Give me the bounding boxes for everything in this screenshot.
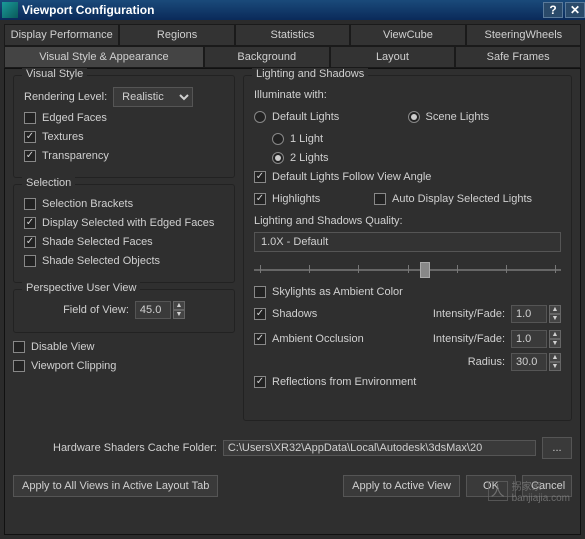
legend-perspective: Perspective User View: [22, 282, 140, 294]
check-ambient-occ[interactable]: [254, 333, 266, 345]
radius-label: Radius:: [468, 356, 505, 368]
label-edged-faces: Edged Faces: [42, 112, 107, 124]
tab-statistics[interactable]: Statistics: [235, 24, 350, 46]
tab-display-performance[interactable]: Display Performance: [4, 24, 119, 46]
check-shade-objects[interactable]: [24, 255, 36, 267]
check-edged-faces[interactable]: [24, 112, 36, 124]
rendering-level-select[interactable]: Realistic: [113, 87, 193, 107]
intensity2-up[interactable]: ▲: [549, 330, 561, 339]
tab-steeringwheels[interactable]: SteeringWheels: [466, 24, 581, 46]
radio-scene-lights[interactable]: [408, 111, 420, 123]
check-follow-view[interactable]: [254, 171, 266, 183]
app-icon: [2, 2, 18, 18]
label-viewport-clipping: Viewport Clipping: [31, 360, 116, 372]
tab-layout[interactable]: Layout: [330, 46, 456, 68]
check-shadows[interactable]: [254, 308, 266, 320]
label-follow-view: Default Lights Follow View Angle: [272, 171, 431, 183]
label-display-edged: Display Selected with Edged Faces: [42, 217, 214, 229]
fov-input[interactable]: [135, 301, 171, 319]
tabs-row-2: Visual Style & Appearance Background Lay…: [4, 46, 581, 68]
window-title: Viewport Configuration: [22, 3, 154, 17]
apply-all-button[interactable]: Apply to All Views in Active Layout Tab: [13, 475, 218, 497]
quality-slider[interactable]: [254, 260, 561, 280]
label-disable-view: Disable View: [31, 341, 94, 353]
check-highlights[interactable]: [254, 193, 266, 205]
check-textures[interactable]: [24, 131, 36, 143]
radius-up[interactable]: ▲: [549, 353, 561, 362]
radio-1-light[interactable]: [272, 133, 284, 145]
check-selection-brackets[interactable]: [24, 198, 36, 210]
legend-visual-style: Visual Style: [22, 68, 87, 80]
tabs-row-1: Display Performance Regions Statistics V…: [4, 24, 581, 46]
shaders-path-input[interactable]: [223, 440, 536, 456]
label-textures: Textures: [42, 131, 84, 143]
group-lighting: Lighting and Shadows Illuminate with: De…: [243, 75, 572, 421]
check-auto-display[interactable]: [374, 193, 386, 205]
check-skylights[interactable]: [254, 286, 266, 298]
watermark: 人 拐家家 banjiajia.com: [488, 478, 570, 504]
intensity1-down[interactable]: ▼: [549, 314, 561, 323]
illuminate-label: Illuminate with:: [254, 89, 327, 101]
radio-default-lights[interactable]: [254, 111, 266, 123]
quality-value-box[interactable]: 1.0X - Default: [254, 232, 561, 252]
label-1-light: 1 Light: [290, 133, 323, 145]
watermark-brand: 拐家家: [512, 478, 570, 493]
check-reflections[interactable]: [254, 376, 266, 388]
label-default-lights: Default Lights: [272, 111, 339, 123]
check-disable-view[interactable]: [13, 341, 25, 353]
radius-down[interactable]: ▼: [549, 362, 561, 371]
watermark-logo-icon: 人: [488, 481, 508, 501]
fov-up[interactable]: ▲: [173, 301, 185, 310]
fov-down[interactable]: ▼: [173, 310, 185, 319]
intensity2-label: Intensity/Fade:: [433, 333, 505, 345]
rendering-level-label: Rendering Level:: [24, 91, 107, 103]
tab-safe-frames[interactable]: Safe Frames: [455, 46, 581, 68]
help-button[interactable]: ?: [543, 2, 563, 18]
label-ambient-occ: Ambient Occlusion: [272, 333, 364, 345]
fov-label: Field of View:: [63, 304, 129, 316]
watermark-site: banjiajia.com: [512, 493, 570, 504]
tab-visual-style[interactable]: Visual Style & Appearance: [4, 46, 204, 68]
intensity2-down[interactable]: ▼: [549, 339, 561, 348]
intensity2-input[interactable]: [511, 330, 547, 348]
label-reflections: Reflections from Environment: [272, 376, 416, 388]
tab-background[interactable]: Background: [204, 46, 330, 68]
shaders-label: Hardware Shaders Cache Folder:: [53, 442, 217, 454]
label-skylights: Skylights as Ambient Color: [272, 286, 403, 298]
check-transparency[interactable]: [24, 150, 36, 162]
label-shadows: Shadows: [272, 308, 317, 320]
group-visual-style: Visual Style Rendering Level: Realistic …: [13, 75, 235, 178]
radio-2-lights[interactable]: [272, 152, 284, 164]
tab-regions[interactable]: Regions: [119, 24, 234, 46]
label-auto-display: Auto Display Selected Lights: [392, 193, 532, 205]
legend-lighting: Lighting and Shadows: [252, 68, 368, 80]
apply-active-button[interactable]: Apply to Active View: [343, 475, 460, 497]
label-highlights: Highlights: [272, 193, 320, 205]
radius-input[interactable]: [511, 353, 547, 371]
quality-value: 1.0X - Default: [261, 236, 328, 248]
titlebar: Viewport Configuration ? ✕: [0, 0, 585, 20]
close-button[interactable]: ✕: [565, 2, 585, 18]
tab-viewcube[interactable]: ViewCube: [350, 24, 465, 46]
check-viewport-clipping[interactable]: [13, 360, 25, 372]
check-shade-faces[interactable]: [24, 236, 36, 248]
label-shade-faces: Shade Selected Faces: [42, 236, 153, 248]
label-selection-brackets: Selection Brackets: [42, 198, 133, 210]
label-2-lights: 2 Lights: [290, 152, 329, 164]
label-scene-lights: Scene Lights: [426, 111, 490, 123]
intensity1-label: Intensity/Fade:: [433, 308, 505, 320]
browse-button[interactable]: ...: [542, 437, 572, 459]
label-transparency: Transparency: [42, 150, 109, 162]
intensity1-up[interactable]: ▲: [549, 305, 561, 314]
group-perspective: Perspective User View Field of View: ▲▼: [13, 289, 235, 333]
quality-label: Lighting and Shadows Quality:: [254, 215, 403, 227]
group-selection: Selection Selection Brackets Display Sel…: [13, 184, 235, 283]
check-display-edged[interactable]: [24, 217, 36, 229]
label-shade-objects: Shade Selected Objects: [42, 255, 160, 267]
intensity1-input[interactable]: [511, 305, 547, 323]
legend-selection: Selection: [22, 177, 75, 189]
